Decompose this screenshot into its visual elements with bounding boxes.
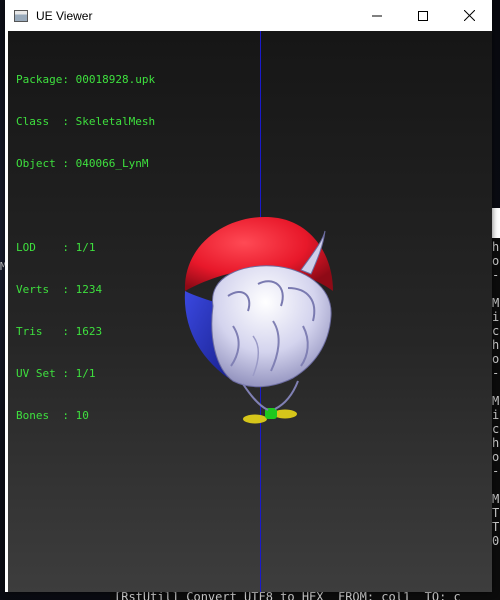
info-tris: Tris : 1623	[16, 325, 103, 338]
console-line: i	[492, 310, 500, 324]
console-line: c	[492, 324, 500, 338]
console-line: M	[492, 394, 500, 408]
console-line: M	[492, 492, 500, 506]
console-line: o	[492, 450, 500, 464]
close-icon	[463, 10, 475, 21]
console-line: o	[492, 352, 500, 366]
minimize-icon	[372, 15, 382, 16]
console-line: 0	[492, 534, 500, 548]
info-object: Object : 040066_LynM	[16, 157, 149, 170]
console-line: o	[492, 254, 500, 268]
console-line: i	[492, 408, 500, 422]
maximize-button[interactable]	[400, 0, 446, 31]
console-line: M	[492, 296, 500, 310]
3d-viewport[interactable]: Package: 00018928.upk Class : SkeletalMe…	[8, 31, 492, 592]
console-line: -	[492, 464, 500, 478]
console-line: h	[492, 240, 500, 254]
console-line: -	[492, 268, 500, 282]
mesh-info-overlay: Package: 00018928.upk Class : SkeletalMe…	[16, 45, 155, 451]
console-line: c	[492, 422, 500, 436]
minimize-button[interactable]	[354, 0, 400, 31]
info-uvset: UV Set : 1/1	[16, 367, 96, 380]
window-titlebar[interactable]: UE Viewer	[5, 0, 492, 31]
app-window-icon	[14, 9, 28, 22]
console-line: -	[492, 366, 500, 380]
info-lod: LOD : 1/1	[16, 241, 96, 254]
close-button[interactable]	[446, 0, 492, 31]
console-line: T	[492, 506, 500, 520]
window-title: UE Viewer	[36, 8, 93, 23]
skeletal-mesh-model[interactable]	[173, 196, 353, 426]
info-verts: Verts : 1234	[16, 283, 103, 296]
console-line: h	[492, 436, 500, 450]
console-line: h	[492, 338, 500, 352]
info-package: Package: 00018928.upk	[16, 73, 156, 86]
console-titlebar[interactable]	[491, 208, 500, 238]
hair-tie-yellow-left	[243, 414, 267, 424]
console-line: T	[492, 520, 500, 534]
console-output: ho- Micho- Micho- MTT0	[491, 238, 500, 548]
info-class: Class : SkeletalMesh	[16, 115, 156, 128]
info-bones: Bones : 10	[16, 409, 89, 422]
ue-viewer-window[interactable]: UE Viewer Package: 00018928.upk Class : …	[5, 0, 492, 592]
maximize-icon	[418, 10, 428, 21]
